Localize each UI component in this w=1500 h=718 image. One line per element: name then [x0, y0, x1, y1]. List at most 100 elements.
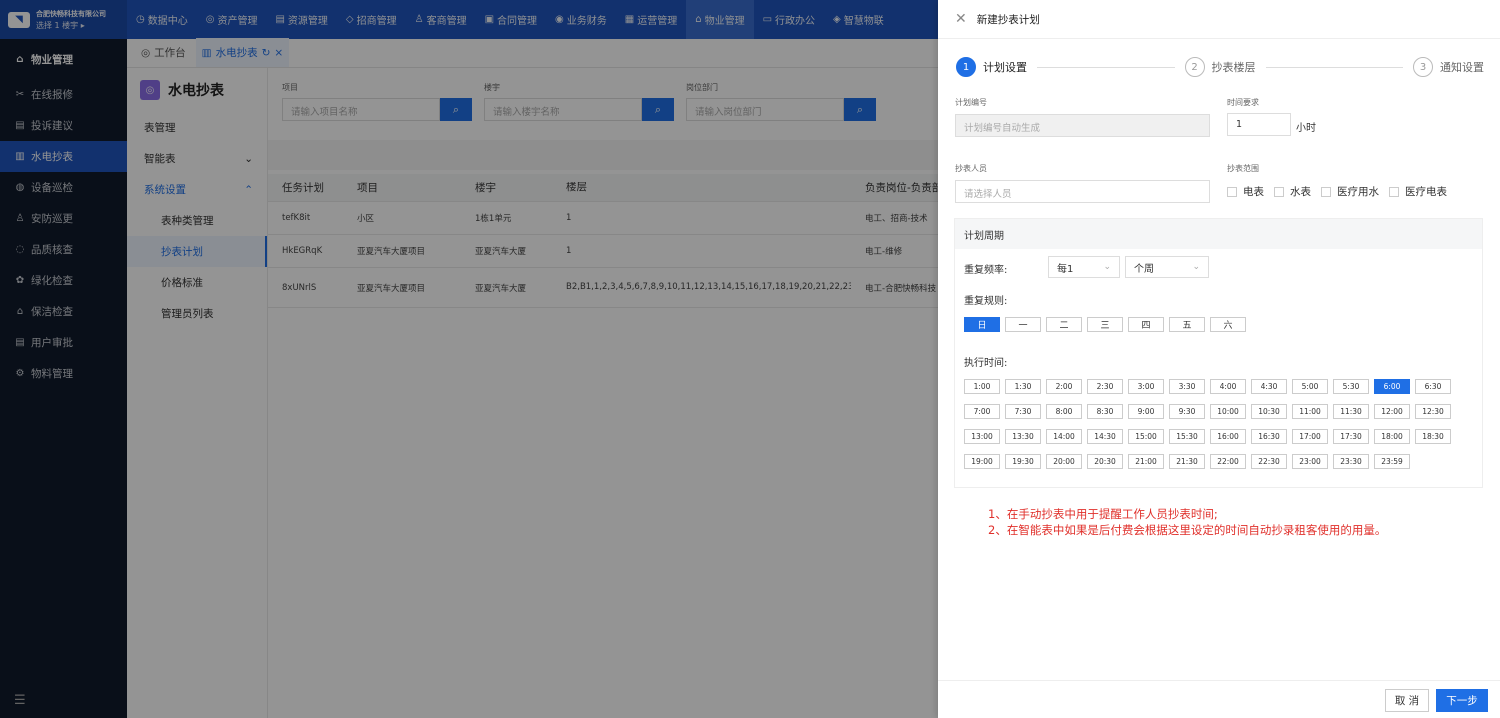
weekday-button[interactable]: 日 [964, 317, 1000, 332]
time-slot-button[interactable]: 14:00 [1046, 429, 1082, 444]
checkbox-box [1227, 186, 1237, 197]
time-slot-button[interactable]: 10:00 [1210, 404, 1246, 419]
time-slot-button[interactable]: 22:30 [1251, 454, 1287, 469]
time-slot-button[interactable]: 6:30 [1415, 379, 1451, 394]
select-value: 个周 [1134, 263, 1154, 275]
time-slot-button[interactable]: 22:00 [1210, 454, 1246, 469]
time-slot-button[interactable]: 5:30 [1333, 379, 1369, 394]
time-slot-button[interactable]: 15:30 [1169, 429, 1205, 444]
plan-cycle-panel: 计划周期 重复频率: 每1 ⌄ 个周 ⌄ 重复规则: 日一二三四五六 执行时间: 1… [954, 218, 1483, 488]
time-slot-button[interactable]: 19:00 [964, 454, 1000, 469]
cancel-button[interactable]: 取 消 [1385, 689, 1429, 712]
step-plan-settings: 1 计划设置 [956, 57, 1027, 77]
scope-label: 抄表范围 [1227, 164, 1259, 173]
weekday-button[interactable]: 三 [1087, 317, 1123, 332]
step-number: 1 [956, 57, 976, 77]
time-slot-button[interactable]: 4:30 [1251, 379, 1287, 394]
time-slot-button[interactable]: 3:00 [1128, 379, 1164, 394]
checkbox-box [1389, 186, 1399, 197]
modal-overlay[interactable] [0, 0, 938, 718]
time-slot-button[interactable]: 13:00 [964, 429, 1000, 444]
time-slot-button[interactable]: 23:00 [1292, 454, 1328, 469]
time-slot-button[interactable]: 20:30 [1087, 454, 1123, 469]
note-line: 1、在手动抄表中用于提醒工作人员抄表时间; [988, 507, 1218, 521]
time-slot-button[interactable]: 7:00 [964, 404, 1000, 419]
frequency-select[interactable]: 每1 ⌄ [1048, 256, 1120, 278]
time-slot-button[interactable]: 18:30 [1415, 429, 1451, 444]
step-number: 3 [1413, 57, 1433, 77]
chevron-down-icon: ⌄ [1103, 262, 1111, 272]
time-slot-button[interactable]: 16:00 [1210, 429, 1246, 444]
plan-number-label: 计划编号 [955, 98, 987, 107]
close-icon[interactable]: ✕ [955, 11, 967, 27]
time-slot-button[interactable]: 9:30 [1169, 404, 1205, 419]
time-slot-button[interactable]: 12:30 [1415, 404, 1451, 419]
time-slot-button[interactable]: 11:00 [1292, 404, 1328, 419]
time-slot-button[interactable]: 16:30 [1251, 429, 1287, 444]
checkbox-box [1321, 186, 1331, 197]
reader-select[interactable]: 请选择人员 [955, 180, 1210, 203]
weekday-selector: 日一二三四五六 [964, 317, 1246, 332]
reader-label: 抄表人员 [955, 164, 987, 173]
note-line: 2、在智能表中如果是后付费会根据这里设定的时间自动抄录租客使用的用量。 [988, 523, 1387, 537]
checkbox-label: 医疗用水 [1337, 186, 1379, 198]
time-slot-button[interactable]: 5:00 [1292, 379, 1328, 394]
time-slot-button[interactable]: 12:00 [1374, 404, 1410, 419]
weekday-button[interactable]: 一 [1005, 317, 1041, 332]
drawer-header: ✕ 新建抄表计划 [938, 0, 1500, 39]
time-slot-button[interactable]: 10:30 [1251, 404, 1287, 419]
time-slot-button[interactable]: 1:30 [1005, 379, 1041, 394]
time-requirement-input[interactable]: 1 [1227, 113, 1291, 136]
time-slot-button[interactable]: 17:00 [1292, 429, 1328, 444]
time-slot-button[interactable]: 1:00 [964, 379, 1000, 394]
checkbox-label: 医疗电表 [1405, 186, 1447, 198]
scope-medical-water-checkbox[interactable]: 医疗用水 [1321, 184, 1379, 199]
scope-electric-checkbox[interactable]: 电表 [1227, 184, 1264, 199]
time-slot-button[interactable]: 2:00 [1046, 379, 1082, 394]
time-slot-button[interactable]: 20:00 [1046, 454, 1082, 469]
time-slot-button[interactable]: 15:00 [1128, 429, 1164, 444]
step-label: 抄表楼层 [1211, 61, 1256, 74]
checkbox-box [1274, 186, 1284, 197]
time-slot-button[interactable]: 8:00 [1046, 404, 1082, 419]
drawer-title: 新建抄表计划 [976, 13, 1040, 26]
time-slot-button[interactable]: 8:30 [1087, 404, 1123, 419]
step-notification: 3 通知设置 [1413, 57, 1484, 77]
plan-number-input: 计划编号自动生成 [955, 114, 1210, 137]
time-slot-button[interactable]: 17:30 [1333, 429, 1369, 444]
time-slot-button[interactable]: 13:30 [1005, 429, 1041, 444]
select-value: 每1 [1057, 263, 1074, 275]
time-slot-button[interactable]: 18:00 [1374, 429, 1410, 444]
weekday-button[interactable]: 四 [1128, 317, 1164, 332]
time-slot-button[interactable]: 23:59 [1374, 454, 1410, 469]
time-slot-button[interactable]: 7:30 [1005, 404, 1041, 419]
time-slot-button[interactable]: 6:00 [1374, 379, 1410, 394]
time-slot-button[interactable]: 2:30 [1087, 379, 1123, 394]
weekday-button[interactable]: 六 [1210, 317, 1246, 332]
step-label: 计划设置 [983, 61, 1027, 74]
next-step-button[interactable]: 下一步 [1436, 689, 1488, 712]
weekday-button[interactable]: 二 [1046, 317, 1082, 332]
time-slot-button[interactable]: 21:00 [1128, 454, 1164, 469]
step-divider [1037, 66, 1175, 68]
time-slot-button[interactable]: 19:30 [1005, 454, 1041, 469]
weekday-button[interactable]: 五 [1169, 317, 1205, 332]
checkbox-label: 水表 [1290, 186, 1311, 198]
step-reading-floors: 2 抄表楼层 [1184, 57, 1256, 77]
time-slot-button[interactable]: 9:00 [1128, 404, 1164, 419]
repeat-rule-label: 重复规则: [964, 296, 1008, 307]
new-plan-drawer: ✕ 新建抄表计划 1 计划设置 2 抄表楼层 3 通知设置 计划编号 计划编号自… [938, 0, 1500, 718]
drawer-footer: 取 消 下一步 [938, 680, 1500, 718]
time-slot-button[interactable]: 14:30 [1087, 429, 1123, 444]
time-slot-button[interactable]: 4:00 [1210, 379, 1246, 394]
time-slot-button[interactable]: 11:30 [1333, 404, 1369, 419]
time-slot-button[interactable]: 3:30 [1169, 379, 1205, 394]
cycle-title: 计划周期 [955, 219, 1482, 249]
step-number: 2 [1184, 57, 1205, 77]
frequency-unit-select[interactable]: 个周 ⌄ [1125, 256, 1209, 278]
time-slot-grid: 1:00 1:30 2:00 2:30 3:00 3:30 4:00 4:30 5:00 5:30… [964, 379, 1480, 469]
time-slot-button[interactable]: 23:30 [1333, 454, 1369, 469]
scope-medical-electric-checkbox[interactable]: 医疗电表 [1389, 184, 1447, 199]
scope-water-checkbox[interactable]: 水表 [1274, 184, 1311, 199]
time-slot-button[interactable]: 21:30 [1169, 454, 1205, 469]
